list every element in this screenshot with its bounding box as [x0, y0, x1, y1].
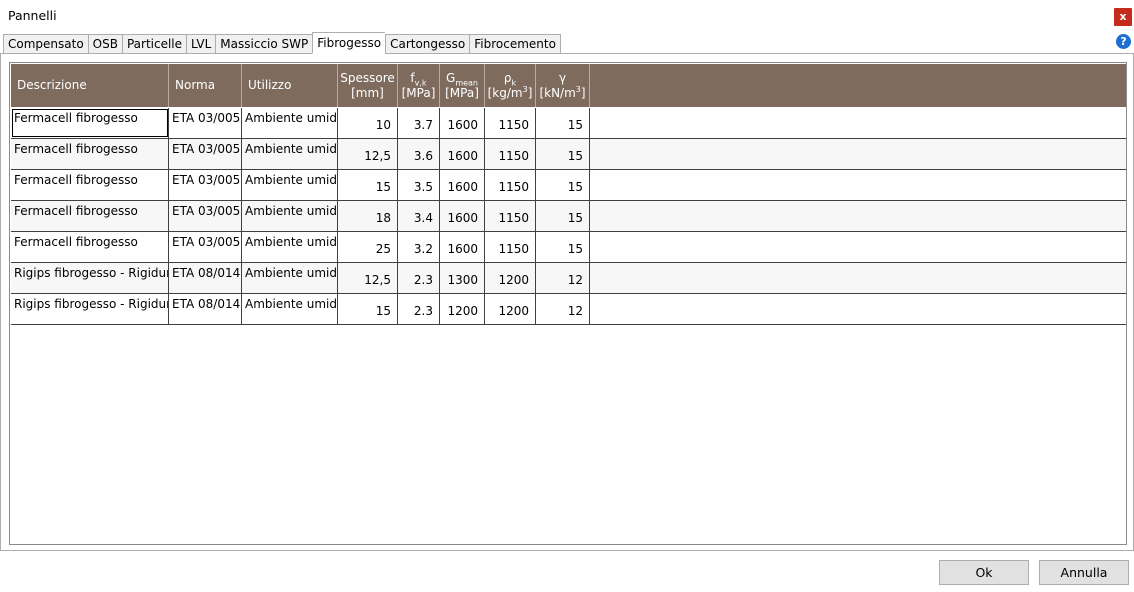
cell-fvk[interactable]: 2.3 [398, 263, 440, 293]
cell-spessore[interactable]: 12,5 [338, 263, 398, 293]
row-filler [590, 294, 1126, 324]
cell-descrizione[interactable]: Fermacell fibrogesso [11, 108, 169, 138]
cell-norma[interactable]: ETA 03/0050 [169, 108, 242, 138]
header-filler [590, 64, 1126, 107]
cell-gamma[interactable]: 15 [536, 139, 590, 169]
row-filler [590, 232, 1126, 262]
cell-gamma[interactable]: 12 [536, 263, 590, 293]
cell-rhok[interactable]: 1150 [485, 170, 536, 200]
cell-fvk[interactable]: 3.4 [398, 201, 440, 231]
cell-gmean[interactable]: 1600 [440, 108, 485, 138]
tab-fibrogesso[interactable]: Fibrogesso [312, 32, 386, 54]
cell-rhok[interactable]: 1200 [485, 294, 536, 324]
cell-fvk[interactable]: 3.2 [398, 232, 440, 262]
table-row[interactable]: Rigips fibrogesso - Rigidur H ETA 08/0147… [11, 294, 1126, 325]
header-descrizione[interactable]: Descrizione [11, 64, 169, 107]
row-filler [590, 170, 1126, 200]
cell-utilizzo[interactable]: Ambiente umido [242, 263, 338, 293]
cell-gamma[interactable]: 12 [536, 294, 590, 324]
table-row[interactable]: Fermacell fibrogesso ETA 03/0050 Ambiente … [11, 201, 1126, 232]
cell-utilizzo[interactable]: Ambiente umido [242, 139, 338, 169]
cell-gmean[interactable]: 1600 [440, 201, 485, 231]
tab-fibrocemento[interactable]: Fibrocemento [469, 34, 561, 54]
panels-grid[interactable]: Descrizione Norma Utilizzo Spessore [mm]… [9, 62, 1127, 545]
cell-rhok[interactable]: 1200 [485, 263, 536, 293]
cell-utilizzo[interactable]: Ambiente umido [242, 170, 338, 200]
table-row[interactable]: Fermacell fibrogesso ETA 03/0050 Ambiente … [11, 108, 1126, 139]
close-button[interactable]: x [1114, 8, 1132, 26]
cell-descrizione[interactable]: Rigips fibrogesso - Rigidur H [11, 263, 169, 293]
table-row[interactable]: Fermacell fibrogesso ETA 03/0050 Ambiente … [11, 139, 1126, 170]
header-spessore[interactable]: Spessore [mm] [338, 64, 398, 107]
cell-spessore[interactable]: 15 [338, 170, 398, 200]
cell-norma[interactable]: ETA 03/0050 [169, 232, 242, 262]
cell-spessore[interactable]: 15 [338, 294, 398, 324]
row-filler [590, 263, 1126, 293]
header-norma[interactable]: Norma [169, 64, 242, 107]
tab-compensato[interactable]: Compensato [3, 34, 88, 54]
cell-utilizzo[interactable]: Ambiente umido [242, 294, 338, 324]
table-row[interactable]: Rigips fibrogesso - Rigidur H ETA 08/0147… [11, 263, 1126, 294]
cell-spessore[interactable]: 25 [338, 232, 398, 262]
cell-rhok[interactable]: 1150 [485, 108, 536, 138]
header-gmean[interactable]: Gmean [MPa] [440, 64, 485, 107]
cell-fvk[interactable]: 3.7 [398, 108, 440, 138]
cell-fvk[interactable]: 3.5 [398, 170, 440, 200]
cell-gamma[interactable]: 15 [536, 232, 590, 262]
cancel-button[interactable]: Annulla [1039, 560, 1129, 585]
cell-gmean[interactable]: 1600 [440, 232, 485, 262]
cell-gamma[interactable]: 15 [536, 170, 590, 200]
cell-gmean[interactable]: 1200 [440, 294, 485, 324]
cell-utilizzo[interactable]: Ambiente umido [242, 108, 338, 138]
cell-norma[interactable]: ETA 03/0050 [169, 170, 242, 200]
row-filler [590, 201, 1126, 231]
cell-rhok[interactable]: 1150 [485, 201, 536, 231]
cell-descrizione[interactable]: Fermacell fibrogesso [11, 232, 169, 262]
header-gamma[interactable]: γ [kN/m3] [536, 64, 590, 107]
tab-panel: Descrizione Norma Utilizzo Spessore [mm]… [0, 53, 1134, 551]
title-bar: Pannelli x [0, 0, 1134, 32]
header-fvk[interactable]: fv,k [MPa] [398, 64, 440, 107]
cell-descrizione[interactable]: Fermacell fibrogesso [11, 201, 169, 231]
cell-rhok[interactable]: 1150 [485, 139, 536, 169]
tab-particelle[interactable]: Particelle [121, 34, 187, 54]
cell-utilizzo[interactable]: Ambiente umido [242, 232, 338, 262]
tab-lvl[interactable]: LVL [186, 34, 216, 54]
grid-rows: Fermacell fibrogesso ETA 03/0050 Ambiente … [11, 108, 1126, 325]
cell-rhok[interactable]: 1150 [485, 232, 536, 262]
cell-fvk[interactable]: 3.6 [398, 139, 440, 169]
tab-massiccio-swp[interactable]: Massiccio SWP [215, 34, 313, 54]
tab-cartongesso[interactable]: Cartongesso [385, 34, 470, 54]
cell-spessore[interactable]: 18 [338, 201, 398, 231]
cell-fvk[interactable]: 2.3 [398, 294, 440, 324]
row-filler [590, 139, 1126, 169]
help-icon[interactable]: ? [1116, 34, 1131, 49]
cell-gmean[interactable]: 1600 [440, 170, 485, 200]
tab-strip: Compensato OSB Particelle LVL Massiccio … [3, 32, 561, 54]
cell-descrizione[interactable]: Fermacell fibrogesso [11, 170, 169, 200]
cell-descrizione[interactable]: Rigips fibrogesso - Rigidur H [11, 294, 169, 324]
row-filler [590, 108, 1126, 138]
header-utilizzo[interactable]: Utilizzo [242, 64, 338, 107]
window-title: Pannelli [8, 8, 57, 23]
grid-header: Descrizione Norma Utilizzo Spessore [mm]… [11, 64, 1126, 107]
table-row[interactable]: Fermacell fibrogesso ETA 03/0050 Ambiente … [11, 232, 1126, 263]
cell-norma[interactable]: ETA 08/0147 [169, 294, 242, 324]
cell-norma[interactable]: ETA 08/0147 [169, 263, 242, 293]
cell-spessore[interactable]: 10 [338, 108, 398, 138]
cell-norma[interactable]: ETA 03/0050 [169, 201, 242, 231]
header-rhok[interactable]: ρk [kg/m3] [485, 64, 536, 107]
ok-button[interactable]: Ok [939, 560, 1029, 585]
cell-gmean[interactable]: 1300 [440, 263, 485, 293]
cell-gamma[interactable]: 15 [536, 201, 590, 231]
tab-osb[interactable]: OSB [87, 34, 122, 54]
cell-norma[interactable]: ETA 03/0050 [169, 139, 242, 169]
cell-gmean[interactable]: 1600 [440, 139, 485, 169]
cell-descrizione[interactable]: Fermacell fibrogesso [11, 139, 169, 169]
cell-gamma[interactable]: 15 [536, 108, 590, 138]
table-row[interactable]: Fermacell fibrogesso ETA 03/0050 Ambiente … [11, 170, 1126, 201]
cell-spessore[interactable]: 12,5 [338, 139, 398, 169]
cell-utilizzo[interactable]: Ambiente umido [242, 201, 338, 231]
